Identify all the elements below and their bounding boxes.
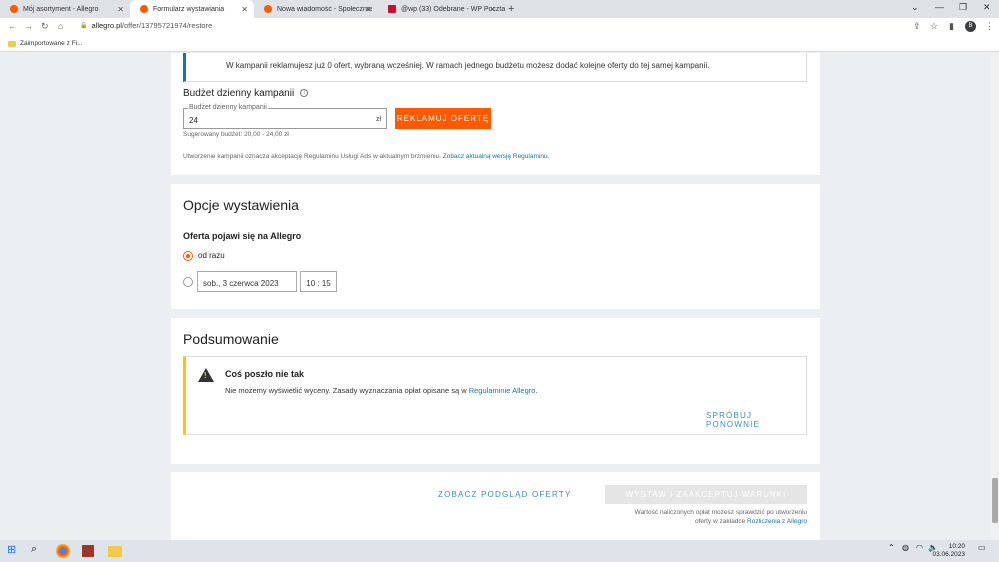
radio-now-label: od razu — [198, 251, 225, 260]
tab-search-icon[interactable]: ⌄ — [911, 2, 919, 13]
allegro-favicon-icon — [140, 5, 148, 13]
radio-scheduled[interactable] — [183, 277, 193, 287]
tab-wp-mail[interactable]: @wp (33) Odebrane - WP Poczta ✕ — [378, 0, 505, 18]
campaign-info-text: W kampanii reklamujesz już 0 ofert, wybr… — [226, 61, 710, 70]
tab-label: Nowa wiadomość - Społeczność — [277, 5, 372, 13]
error-box: Coś poszło nie tak Nie możemy wyświetlić… — [183, 356, 807, 435]
tab-listing-form[interactable]: Formularz wystawiania ✕ — [130, 0, 254, 18]
tab-new-message[interactable]: Nowa wiadomość - Społeczność ✕ — [254, 0, 378, 18]
close-icon[interactable]: ✕ — [241, 5, 248, 14]
budget-legend: Budżet dzienny kampanii — [188, 104, 268, 111]
bookmark-item[interactable]: Zaimportowane z Fi... — [20, 40, 83, 47]
radio-now[interactable] — [183, 251, 193, 261]
error-text-body: Nie możemy wyświetlić wyceny. Zasady wyz… — [225, 386, 467, 395]
retry-button[interactable]: SPRÓBUJ PONOWNIE — [706, 411, 806, 429]
budget-title-text: Budżet dzienny kampanii — [183, 88, 295, 99]
wp-favicon-icon — [388, 5, 396, 13]
time-input[interactable]: 10 : 15 — [300, 271, 337, 292]
promote-offer-button[interactable]: REKLAMUJ OFERTĘ — [395, 108, 491, 129]
budget-value: 24 — [189, 116, 198, 125]
app-icon[interactable] — [82, 545, 94, 557]
warning-icon — [198, 368, 214, 382]
error-title: Coś poszło nie tak — [225, 369, 305, 379]
maximize-icon[interactable]: ❐ — [959, 2, 967, 13]
url-path: /offer/13795721974/restore — [121, 21, 213, 30]
close-icon[interactable]: ✕ — [365, 5, 372, 14]
search-icon[interactable]: ⌕ — [31, 543, 47, 559]
budget-input[interactable]: Budżet dzienny kampanii 24 zł — [183, 104, 387, 129]
tab-my-assortment[interactable]: Mój asortyment - Allegro ✕ — [0, 0, 130, 18]
windows-taskbar: ⊞ ⌕ ⌃ ◍ ◠ 🔈 10:20 03.06.2023 ▭ — [0, 540, 999, 562]
campaign-info-box: W kampanii reklamujesz już 0 ofert, wybr… — [183, 53, 807, 82]
options-subtitle: Oferta pojawi się na Allegro — [183, 231, 302, 241]
close-icon[interactable]: ✕ — [117, 5, 124, 14]
terms-allegro-link[interactable]: Regulaminie Allegro — [469, 386, 536, 395]
bookmark-star-icon[interactable]: ☆ — [930, 21, 938, 32]
summary-card: Podsumowanie Coś poszło nie tak Nie może… — [171, 318, 820, 464]
clock-date: 03.06.2023 — [932, 551, 965, 558]
clock[interactable]: 10:20 03.06.2023 — [932, 543, 965, 559]
date-input[interactable]: sob., 3 czerwca 2023 — [197, 271, 297, 292]
forward-icon[interactable]: → — [24, 21, 33, 31]
listing-options-card: Opcje wystawienia Oferta pojawi się na A… — [171, 184, 820, 309]
url-domain: allegro.pl — [91, 21, 122, 30]
browser-tab-bar: Mój asortyment - Allegro ✕ Formularz wys… — [0, 0, 999, 18]
allegro-favicon-icon — [10, 5, 18, 13]
notifications-icon[interactable]: ▭ — [978, 543, 994, 559]
tab-label: Formularz wystawiania — [153, 5, 225, 13]
windows-start-icon[interactable]: ⊞ — [7, 543, 23, 559]
options-title: Opcje wystawienia — [183, 197, 299, 213]
scrollbar-thumb[interactable] — [992, 478, 998, 523]
clock-time: 10:20 — [948, 543, 965, 550]
url-field[interactable]: 🔒 allegro.pl/offer/13795721974/restore — [80, 21, 212, 30]
reload-icon[interactable]: ↻ — [41, 21, 49, 32]
fee-note: Wartość naliczonych opłat możesz sprawdz… — [635, 508, 807, 526]
address-bar: ← → ↻ ⌂ 🔒 allegro.pl/offer/13795721974/r… — [0, 18, 999, 36]
chrome-icon[interactable] — [56, 544, 70, 558]
fee-note-line-2: oferty w zakładce — [694, 518, 746, 525]
error-text: Nie możemy wyświetlić wyceny. Zasady wyz… — [225, 386, 538, 395]
menu-icon[interactable]: ⋮ — [985, 21, 994, 32]
folder-icon — [8, 40, 16, 47]
terms-link[interactable]: Zobacz aktualną wersję Regulaminu. — [443, 153, 550, 160]
budget-title: Budżet dzienny kampanii i — [183, 88, 309, 99]
preview-offer-button[interactable]: ZOBACZ PODGLĄD OFERTY — [438, 490, 572, 499]
footer-card: ZOBACZ PODGLĄD OFERTY WYSTAW I ZAAKCEPTU… — [171, 472, 820, 540]
terms-text: Utworzenie kampanii oznacza akceptację R… — [183, 153, 549, 160]
allegro-favicon-icon — [264, 5, 272, 13]
close-icon[interactable]: ✕ — [489, 5, 496, 14]
terms-text-body: Utworzenie kampanii oznacza akceptację R… — [183, 153, 441, 160]
currency-label: zł — [375, 116, 381, 123]
fee-note-line-1: Wartość naliczonych opłat możesz sprawdz… — [634, 509, 807, 516]
file-explorer-icon[interactable] — [108, 546, 122, 557]
minimize-icon[interactable]: — — [935, 2, 944, 12]
campaign-card: W kampanii reklamujesz już 0 ofert, wybr… — [171, 53, 820, 175]
back-icon[interactable]: ← — [8, 21, 17, 31]
lock-icon: 🔒 — [80, 23, 88, 29]
suggested-budget: Sugerowany budżet: 20,00 - 24,00 zł — [183, 131, 289, 138]
home-icon[interactable]: ⌂ — [58, 21, 63, 31]
sidebar-icon[interactable]: ▮ — [949, 21, 954, 32]
tab-label: Mój asortyment - Allegro — [23, 5, 99, 13]
bookmarks-bar: Zaimportowane z Fi... — [0, 36, 999, 52]
new-tab-icon[interactable]: + — [508, 3, 514, 15]
settlements-link[interactable]: Rozliczenia z Allegro — [747, 518, 807, 525]
summary-title: Podsumowanie — [183, 331, 279, 347]
scrollbar[interactable] — [991, 53, 999, 540]
help-icon[interactable]: i — [300, 89, 309, 98]
page-viewport: W kampanii reklamujesz już 0 ofert, wybr… — [0, 53, 999, 540]
submit-offer-button[interactable]: WYSTAW I ZAAKCEPTUJ WARUNKI — [605, 485, 807, 504]
avatar[interactable]: B — [965, 21, 976, 32]
close-window-icon[interactable]: ✕ — [983, 2, 991, 13]
share-icon[interactable]: ⇪ — [913, 21, 921, 32]
